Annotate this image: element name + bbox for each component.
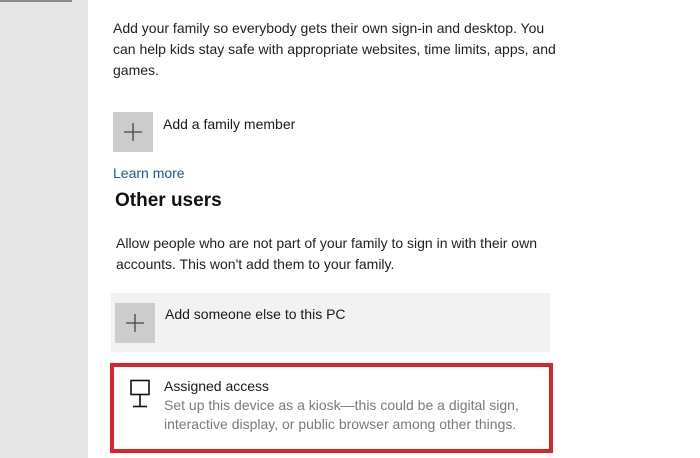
- add-family-member-label[interactable]: Add a family member: [163, 115, 295, 133]
- settings-page: Add your family so everybody gets their …: [0, 0, 700, 458]
- family-description: Add your family so everybody gets their …: [113, 20, 556, 78]
- add-someone-else-row[interactable]: Add someone else to this PC: [111, 293, 550, 352]
- other-users-description: Allow people who are not part of your fa…: [116, 235, 537, 272]
- learn-more-link[interactable]: Learn more: [113, 164, 185, 182]
- plus-icon: [124, 123, 142, 141]
- assigned-access-title: Assigned access: [164, 378, 270, 394]
- add-family-member-plus-button[interactable]: [113, 112, 153, 152]
- add-someone-else-label[interactable]: Add someone else to this PC: [165, 305, 346, 323]
- kiosk-monitor-icon: [130, 379, 150, 408]
- navigation-pane-edge: [0, 0, 72, 2]
- plus-icon: [126, 314, 144, 332]
- navigation-pane: [0, 0, 88, 458]
- assigned-access-description: Set up this device as a kiosk—this could…: [164, 397, 519, 432]
- other-users-heading: Other users: [115, 190, 222, 211]
- add-someone-else-plus-button[interactable]: [115, 303, 155, 343]
- assigned-access-row[interactable]: Assigned access Set up this device as a …: [110, 363, 553, 453]
